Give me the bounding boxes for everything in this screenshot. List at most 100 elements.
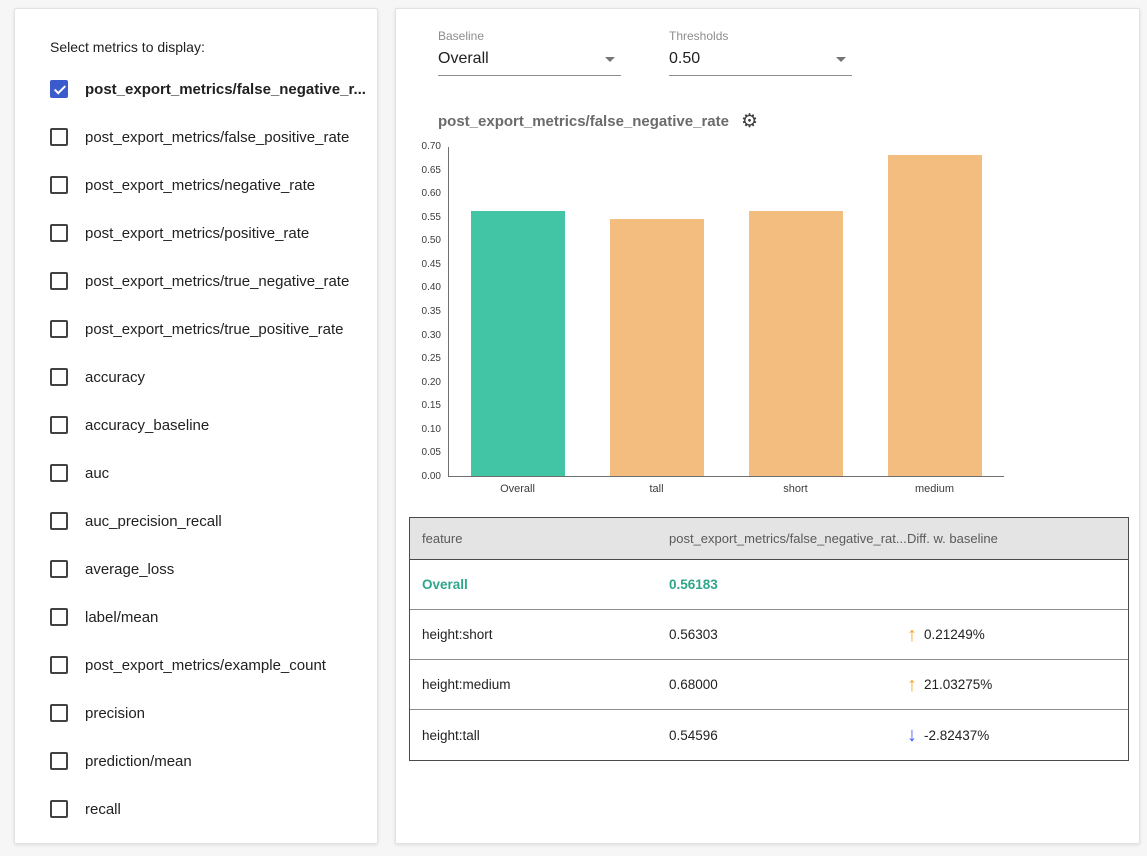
baseline-label: Baseline	[438, 29, 621, 43]
metric-item[interactable]: recall	[50, 785, 361, 833]
metric-item[interactable]: auc	[50, 449, 361, 497]
header-feature: feature	[410, 518, 657, 559]
chart-header: post_export_metrics/false_negative_rate …	[396, 76, 1139, 131]
feature-cell: height:short	[410, 619, 657, 650]
y-tick-label: 0.30	[422, 331, 441, 341]
bar-medium[interactable]	[888, 155, 982, 476]
table-row[interactable]: height:medium0.68000↑21.03275%	[410, 660, 1128, 710]
metric-item[interactable]: accuracy_baseline	[50, 401, 361, 449]
arrow-up-icon: ↑	[907, 675, 917, 695]
metric-checkbox[interactable]	[50, 656, 68, 674]
metric-select-panel: Select metrics to display: post_export_m…	[14, 8, 378, 844]
diff-cell	[895, 577, 1128, 593]
diff-cell: ↓ -2.82437%	[895, 717, 1128, 753]
metric-checkbox[interactable]	[50, 800, 68, 818]
controls-bar: Baseline Overall Thresholds 0.50	[396, 9, 1139, 76]
y-tick-label: 0.50	[422, 236, 441, 246]
bar-slot	[449, 147, 588, 476]
metric-item[interactable]: post_export_metrics/negative_rate	[50, 161, 361, 209]
metric-checkbox[interactable]	[50, 464, 68, 482]
metric-label: average_loss	[85, 561, 174, 578]
chart-title: post_export_metrics/false_negative_rate	[438, 113, 729, 130]
baseline-selected-value: Overall	[438, 50, 489, 68]
metric-item[interactable]: post_export_metrics/example_count	[50, 641, 361, 689]
x-labels: Overalltallshortmedium	[448, 477, 1004, 495]
metric-checkbox[interactable]	[50, 224, 68, 242]
x-tick-label: tall	[587, 477, 726, 495]
metric-label: post_export_metrics/positive_rate	[85, 225, 309, 242]
metric-item[interactable]: precision	[50, 689, 361, 737]
metric-checkbox[interactable]	[50, 80, 68, 98]
table-header: feature post_export_metrics/false_negati…	[410, 518, 1128, 560]
x-tick-label: short	[726, 477, 865, 495]
metric-checkbox[interactable]	[50, 128, 68, 146]
diff-value: 21.03275%	[924, 677, 992, 692]
table-row[interactable]: Overall0.56183	[410, 560, 1128, 610]
metric-checkbox[interactable]	[50, 416, 68, 434]
metric-item[interactable]: accuracy	[50, 353, 361, 401]
metric-checkbox[interactable]	[50, 176, 68, 194]
metric-item[interactable]: auc_precision_recall	[50, 497, 361, 545]
metric-checkbox[interactable]	[50, 272, 68, 290]
chevron-down-icon	[605, 57, 615, 62]
diff-cell: ↑ 21.03275%	[895, 667, 1128, 703]
y-tick-label: 0.70	[422, 142, 441, 152]
y-tick-label: 0.10	[422, 425, 441, 435]
bar-Overall[interactable]	[471, 211, 565, 476]
metric-value-cell: 0.56303	[657, 619, 895, 650]
header-metric-value: post_export_metrics/false_negative_rat..…	[657, 518, 895, 559]
baseline-select[interactable]: Overall	[438, 48, 621, 76]
table-row[interactable]: height:short0.56303↑0.21249%	[410, 610, 1128, 660]
bar-short[interactable]	[749, 211, 843, 476]
y-tick-label: 0.35	[422, 307, 441, 317]
thresholds-select[interactable]: 0.50	[669, 48, 852, 76]
metric-item[interactable]: post_export_metrics/true_negative_rate	[50, 257, 361, 305]
metric-checkbox[interactable]	[50, 320, 68, 338]
metrics-visualization-panel: Baseline Overall Thresholds 0.50 post_ex…	[395, 8, 1140, 844]
thresholds-control: Thresholds 0.50	[669, 29, 852, 76]
baseline-control: Baseline Overall	[438, 29, 621, 76]
metric-item[interactable]: post_export_metrics/true_positive_rate	[50, 305, 361, 353]
gear-icon[interactable]: ⚙	[741, 112, 758, 131]
chevron-down-icon	[836, 57, 846, 62]
header-diff-baseline: Diff. w. baseline	[895, 518, 1128, 559]
metric-item[interactable]: post_export_metrics/false_negative_r...	[50, 65, 361, 113]
metric-value-cell: 0.54596	[657, 720, 895, 751]
metric-checkbox[interactable]	[50, 752, 68, 770]
metric-checkbox[interactable]	[50, 608, 68, 626]
feature-cell: height:tall	[410, 720, 657, 751]
metric-label: prediction/mean	[85, 753, 192, 770]
metric-value-cell: 0.56183	[657, 569, 895, 600]
table-row[interactable]: height:tall0.54596 ↓ -2.82437%	[410, 710, 1128, 760]
metric-item[interactable]: post_export_metrics/false_positive_rate	[50, 113, 361, 161]
metric-checkbox[interactable]	[50, 560, 68, 578]
y-tick-label: 0.25	[422, 354, 441, 364]
bar-slot	[865, 147, 1004, 476]
diff-value: -2.82437%	[924, 728, 989, 743]
metric-checkbox[interactable]	[50, 512, 68, 530]
metric-label: recall	[85, 801, 121, 818]
metric-label: auc_precision_recall	[85, 513, 222, 530]
metric-item[interactable]: prediction/mean	[50, 737, 361, 785]
plot-area	[448, 147, 1004, 477]
metrics-table: feature post_export_metrics/false_negati…	[409, 517, 1129, 761]
plot-wrap: Overalltallshortmedium	[448, 147, 1004, 495]
feature-cell: height:medium	[410, 669, 657, 700]
metric-label: post_export_metrics/example_count	[85, 657, 326, 674]
bar-tall[interactable]	[610, 219, 704, 476]
metric-item[interactable]: label/mean	[50, 593, 361, 641]
y-tick-label: 0.65	[422, 166, 441, 176]
arrow-down-icon: ↓	[907, 725, 917, 745]
metric-label: post_export_metrics/false_negative_r...	[85, 81, 366, 98]
metric-item[interactable]: average_loss	[50, 545, 361, 593]
diff-cell: ↑0.21249%	[895, 617, 1128, 653]
thresholds-selected-value: 0.50	[669, 50, 700, 68]
arrow-up-icon: ↑	[907, 625, 917, 645]
metric-label: post_export_metrics/false_positive_rate	[85, 129, 349, 146]
metric-label: post_export_metrics/negative_rate	[85, 177, 315, 194]
metric-item[interactable]: post_export_metrics/positive_rate	[50, 209, 361, 257]
y-tick-label: 0.05	[422, 448, 441, 458]
metric-checkbox[interactable]	[50, 704, 68, 722]
metric-checkbox[interactable]	[50, 368, 68, 386]
metric-label: precision	[85, 705, 145, 722]
